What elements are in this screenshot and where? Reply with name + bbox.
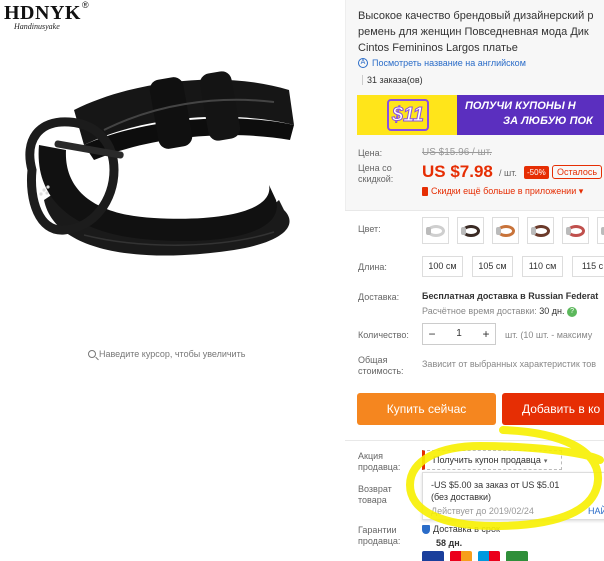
guarantee-days: 58 дн. xyxy=(436,538,463,548)
coupon-get-link[interactable]: НАЙТ xyxy=(588,506,604,516)
brand-registered-mark: ® xyxy=(82,0,89,10)
shield-icon xyxy=(422,524,430,534)
seller-promo-label-line: Акция xyxy=(358,451,383,461)
delivery-time-prefix: Расчётное время доставки: xyxy=(422,306,540,316)
color-swatches xyxy=(422,217,604,244)
title-line: Cintos Femininos Largos платье xyxy=(358,42,518,54)
total-label-line: стоимость: xyxy=(358,366,404,376)
divider xyxy=(345,440,604,441)
discount-price-label-line: скидкой: xyxy=(358,174,394,184)
divider xyxy=(345,210,604,211)
length-option[interactable]: 110 см xyxy=(522,256,563,277)
delivery-info[interactable]: Бесплатная доставка в Russian Federat xyxy=(422,291,598,301)
zoom-hint-text: Наведите курсор, чтобы увеличить xyxy=(99,349,246,359)
mir-icon xyxy=(506,551,528,561)
add-to-cart-button[interactable]: Добавить в ко xyxy=(502,393,604,425)
coupon-description: (без доставки) xyxy=(431,492,492,502)
coupon-validity: Действует до 2019/02/24 xyxy=(431,506,534,516)
color-swatch[interactable] xyxy=(457,217,484,244)
total-label: Общая стоимость: xyxy=(358,355,404,377)
app-discount-link[interactable]: Скидки ещё больше в приложении ▾ xyxy=(422,186,583,197)
coupon-banner[interactable]: $11 ПОЛУЧИ КУПОНЫ Н ЗА ЛЮБУЮ ПОК xyxy=(357,95,604,135)
mastercard-icon xyxy=(450,551,472,561)
brand-tagline: Handinusyake xyxy=(14,22,60,31)
color-swatch[interactable] xyxy=(597,217,604,244)
product-image-panel: HDNYK ® Handinusyake Наведите курсор, чт… xyxy=(0,0,345,561)
title-line: ремень для женщин Повседневная мода Дик xyxy=(358,26,589,38)
color-swatch[interactable] xyxy=(527,217,554,244)
translate-icon: A xyxy=(358,58,368,68)
chevron-down-icon: ▾ xyxy=(543,458,548,465)
product-title: Высокое качество брендовый дизайнерский … xyxy=(358,8,604,56)
payment-methods xyxy=(422,551,528,561)
coupon-banner-line: ПОЛУЧИ КУПОНЫ Н xyxy=(465,100,576,112)
total-label-line: Общая xyxy=(358,355,388,365)
coupon-amount: $11 xyxy=(387,99,429,131)
seller-promo-label: Акция продавца: xyxy=(358,451,400,473)
per-unit: / шт. xyxy=(499,168,517,178)
total-value: Зависит от выбранных характеристик тов xyxy=(422,359,597,369)
coupon-banner-text: ПОЛУЧИ КУПОНЫ Н ЗА ЛЮБУЮ ПОК xyxy=(465,99,593,129)
quantity-input[interactable]: 1 xyxy=(441,324,477,344)
quantity-label: Количество: xyxy=(358,330,409,340)
magnifier-icon xyxy=(88,350,96,358)
translate-link-text[interactable]: Посмотреть название на английском xyxy=(372,58,526,68)
old-price-label: Цена: xyxy=(358,148,383,158)
color-label: Цвет: xyxy=(358,224,381,234)
belt-product-image[interactable] xyxy=(14,50,334,285)
guarantee-text: Доставка в срок xyxy=(433,524,500,534)
orders-count: 31 заказа(ов) xyxy=(362,75,423,85)
app-discount-text[interactable]: Скидки ещё больше в приложении ▾ xyxy=(431,186,583,197)
delivery-time-value: 30 дн. xyxy=(539,306,565,316)
translate-link[interactable]: A Посмотреть название на английском xyxy=(358,58,526,68)
length-option[interactable]: 100 см xyxy=(422,256,463,277)
returns-label-line: товара xyxy=(358,495,387,505)
guarantee-label: Гарантии продавца: xyxy=(358,525,400,547)
coupon-description: -US $5.00 за заказ от US $5.01 xyxy=(431,480,560,490)
returns-label-line: Возврат xyxy=(358,484,392,494)
title-line: Высокое качество брендовый дизайнерский … xyxy=(358,10,594,22)
delivery-country[interactable]: Russian Federat xyxy=(528,291,598,301)
visa-icon xyxy=(422,551,444,561)
buy-now-button[interactable]: Купить сейчас xyxy=(357,393,496,425)
guarantee-label-line: продавца: xyxy=(358,536,401,546)
coupon-banner-line: ЗА ЛЮБУЮ ПОК xyxy=(503,115,593,127)
delivery-time: Расчётное время доставки: 30 дн. ? xyxy=(422,306,578,317)
phone-icon xyxy=(422,187,428,196)
guarantee-info: Доставка в срок xyxy=(422,524,500,534)
guarantee-label-line: Гарантии xyxy=(358,525,397,535)
discount-price-label: Цена со скидкой: xyxy=(358,163,393,185)
seller-coupon-dropdown-text: Получить купон продавца xyxy=(433,455,541,465)
seller-promo-label-line: продавца: xyxy=(358,462,401,472)
seller-coupon-popup: -US $5.00 за заказ от US $5.01 (без дост… xyxy=(422,472,604,520)
remaining-badge: Осталось xyxy=(552,165,603,179)
delivery-label: Доставка: xyxy=(358,292,400,302)
returns-label: Возврат товара xyxy=(358,484,392,506)
discount-badge: -50% xyxy=(524,166,549,179)
color-swatch[interactable] xyxy=(492,217,519,244)
quantity-note: шт. (10 шт. - максиму xyxy=(505,330,593,340)
discount-price: US $7.98 xyxy=(422,162,493,181)
length-option[interactable]: 105 см xyxy=(472,256,513,277)
product-info-panel: Высокое качество брендовый дизайнерский … xyxy=(345,0,604,561)
quantity-increase-button[interactable]: + xyxy=(477,324,495,344)
seller-coupon-dropdown[interactable]: Получить купон продавца ▾ xyxy=(422,450,562,470)
delivery-free-text: Бесплатная доставка в xyxy=(422,291,529,301)
old-price: US $15.96 / шт. xyxy=(422,147,492,158)
help-icon[interactable]: ? xyxy=(567,306,578,317)
length-label: Длина: xyxy=(358,262,387,272)
quantity-decrease-button[interactable]: − xyxy=(423,324,441,344)
discount-price-label-line: Цена со xyxy=(358,163,392,173)
color-swatch[interactable] xyxy=(422,217,449,244)
quantity-stepper: − 1 + xyxy=(422,323,496,345)
maestro-icon xyxy=(478,551,500,561)
zoom-hint: Наведите курсор, чтобы увеличить xyxy=(88,349,245,359)
length-options: 100 см 105 см 110 см 115 с xyxy=(422,256,604,277)
color-swatch[interactable] xyxy=(562,217,589,244)
length-option[interactable]: 115 с xyxy=(572,256,604,277)
